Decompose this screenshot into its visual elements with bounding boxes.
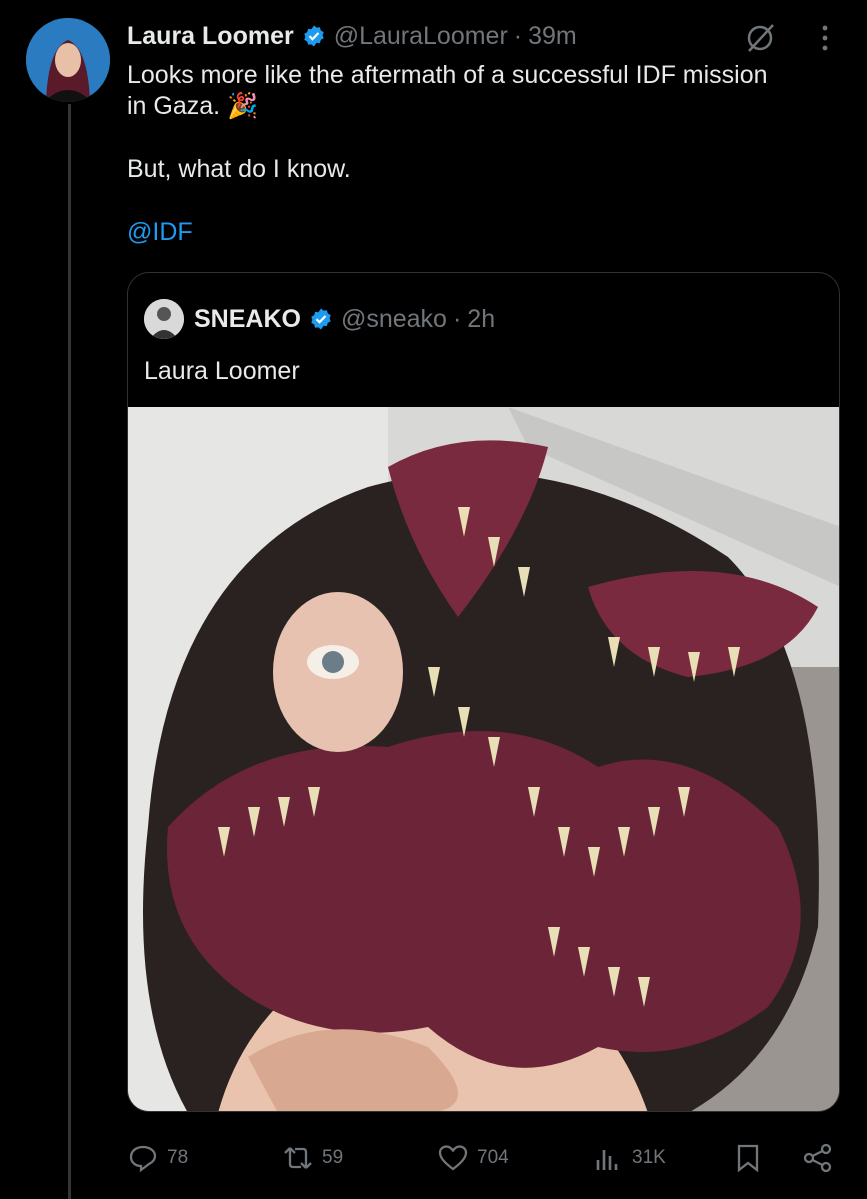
thread-line [68, 104, 71, 1199]
quoted-media-image[interactable] [128, 407, 840, 1112]
bookmark-button[interactable] [732, 1138, 772, 1178]
post-text: Looks more like the aftermath of a succe… [127, 60, 847, 248]
more-icon[interactable] [810, 22, 840, 54]
reply-button[interactable]: 78 [127, 1138, 188, 1178]
grok-icon[interactable] [744, 22, 776, 54]
mention-link[interactable]: @IDF [127, 218, 193, 246]
avatar[interactable] [26, 18, 110, 102]
post-text-line: But, what do I know. [127, 155, 351, 183]
author-handle[interactable]: @LauraLoomer [334, 22, 508, 51]
reply-count: 78 [167, 1147, 189, 1168]
action-bar: 78 59 704 31K [127, 1138, 842, 1178]
views-button[interactable]: 31K [592, 1138, 666, 1178]
bookmark-icon [737, 1144, 759, 1173]
quoted-post-time: 2h [467, 304, 496, 333]
author-name[interactable]: Laura Loomer [127, 22, 294, 51]
verified-badge-icon [304, 25, 324, 47]
repost-count: 59 [322, 1147, 344, 1168]
repost-button[interactable]: 59 [282, 1138, 343, 1178]
quoted-author-name: SNEAKO [194, 304, 301, 333]
quoted-avatar [144, 299, 184, 339]
quoted-post-text: Laura Loomer [144, 357, 300, 385]
avatar-image [26, 18, 110, 102]
repost-icon [284, 1147, 312, 1169]
share-icon [803, 1143, 832, 1173]
like-count: 704 [477, 1147, 509, 1168]
post-time[interactable]: 39m [528, 22, 577, 51]
quoted-post-header: SNEAKO @sneako · 2h [144, 297, 495, 341]
reply-icon [129, 1145, 157, 1173]
views-count: 31K [632, 1147, 666, 1168]
quoted-author-handle: @sneako [340, 304, 447, 333]
verified-badge-icon [311, 308, 331, 330]
separator-dot: · [452, 304, 462, 333]
separator-dot: · [513, 21, 523, 50]
post-header: Laura Loomer @LauraLoomer · 39m [127, 18, 577, 54]
like-icon [438, 1145, 468, 1171]
quoted-post[interactable]: SNEAKO @sneako · 2h Laura Loomer [127, 272, 840, 1112]
post-text-line: in Gaza. 🎉 [127, 92, 259, 120]
like-button[interactable]: 704 [437, 1138, 509, 1178]
views-icon [596, 1150, 618, 1170]
post-text-line: Looks more like the aftermath of a succe… [127, 61, 768, 89]
share-button[interactable] [802, 1138, 842, 1178]
